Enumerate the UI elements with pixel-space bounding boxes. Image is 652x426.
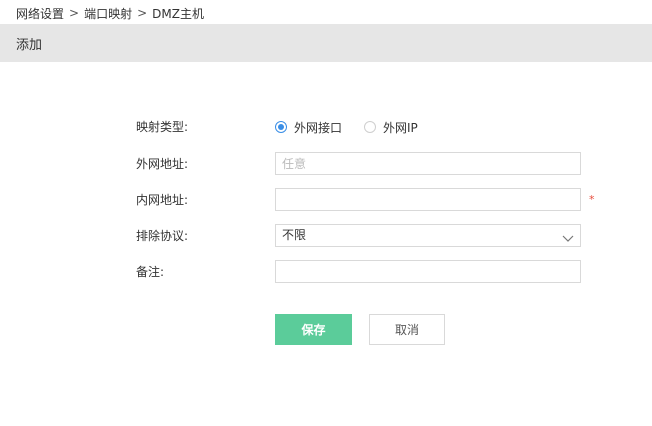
internal-address-row: 内网地址: * bbox=[0, 188, 652, 212]
radio-external-interface-label[interactable]: 外网接口 bbox=[294, 119, 342, 136]
save-button[interactable]: 保存 bbox=[275, 314, 352, 345]
breadcrumb-item-network-settings[interactable]: 网络设置 bbox=[16, 5, 64, 22]
remark-label: 备注: bbox=[136, 265, 165, 279]
breadcrumb-item-dmz-host: DMZ主机 bbox=[152, 6, 204, 21]
mapping-type-radio-group: 外网接口 外网IP bbox=[275, 115, 440, 139]
breadcrumb-item-port-mapping[interactable]: 端口映射 bbox=[84, 5, 132, 22]
page-title: 添加 bbox=[16, 37, 43, 53]
internal-address-input[interactable] bbox=[275, 188, 581, 211]
breadcrumb-separator: > bbox=[69, 6, 80, 20]
external-address-label: 外网地址: bbox=[136, 157, 189, 171]
exclude-protocol-row: 排除协议: 不限 bbox=[0, 224, 652, 248]
page-header: 添加 bbox=[0, 24, 652, 62]
radio-checked-icon[interactable] bbox=[275, 121, 287, 133]
external-address-input[interactable] bbox=[275, 152, 581, 175]
mapping-type-row: 映射类型: 外网接口 外网IP bbox=[0, 115, 652, 139]
breadcrumb-separator: > bbox=[137, 6, 148, 20]
exclude-protocol-selected-value: 不限 bbox=[282, 228, 307, 242]
radio-unchecked-icon[interactable] bbox=[364, 121, 377, 133]
breadcrumb: 网络设置 > 端口映射 > DMZ主机 bbox=[16, 5, 204, 21]
remark-row: 备注: bbox=[0, 260, 652, 284]
cancel-button[interactable]: 取消 bbox=[369, 314, 445, 345]
radio-external-ip[interactable]: 外网IP bbox=[364, 119, 418, 136]
radio-external-interface[interactable]: 外网接口 bbox=[275, 119, 342, 136]
external-address-row: 外网地址: bbox=[0, 152, 652, 176]
required-mark: * bbox=[589, 193, 595, 206]
exclude-protocol-label: 排除协议: bbox=[136, 229, 189, 243]
radio-external-ip-label[interactable]: 外网IP bbox=[383, 119, 418, 136]
exclude-protocol-select[interactable]: 不限 bbox=[275, 224, 581, 247]
internal-address-label: 内网地址: bbox=[136, 193, 189, 207]
chevron-down-icon[interactable] bbox=[562, 230, 574, 242]
remark-input[interactable] bbox=[275, 260, 581, 283]
mapping-type-label: 映射类型: bbox=[136, 120, 189, 134]
